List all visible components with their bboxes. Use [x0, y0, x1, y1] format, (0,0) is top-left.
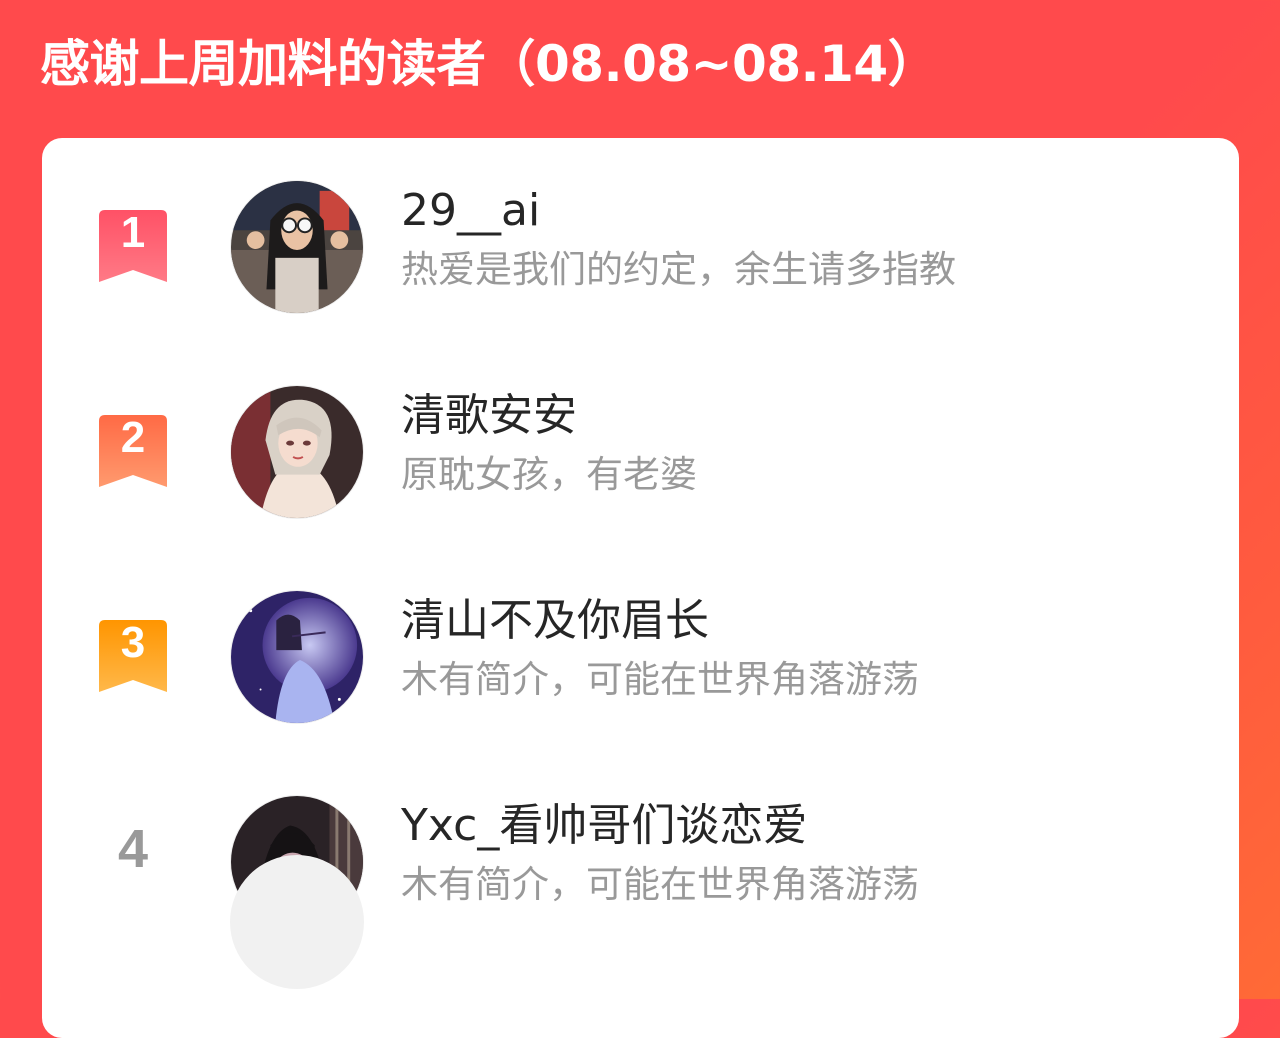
avatar-photo-3 — [231, 591, 363, 723]
reader-row-1[interactable]: 1 29__ai 热爱是我们的约定，余生请多指教 — [42, 138, 1239, 314]
avatar-photo-1 — [231, 181, 363, 313]
reader-bio: 热爱是我们的约定，余生请多指教 — [401, 248, 956, 291]
reader-row-4[interactable]: 4 Yxc_看帅哥们谈恋爱 木有简介，可能在世界角落游荡 — [42, 753, 1239, 929]
avatar[interactable] — [230, 590, 364, 724]
reader-bio: 原耽女孩，有老婆 — [401, 453, 697, 496]
reader-name[interactable]: 清歌安安 — [401, 385, 577, 447]
reader-row-3[interactable]: 3 清山不及你眉长 木有简介，可能在世界角落游荡 — [42, 548, 1239, 724]
rank-badge-2: 2 — [99, 413, 167, 487]
avatar[interactable] — [230, 180, 364, 314]
reader-name[interactable]: 29__ai — [401, 180, 540, 242]
avatar[interactable] — [230, 385, 364, 519]
next-avatar-partial — [230, 855, 364, 989]
reader-name[interactable]: Yxc_看帅哥们谈恋爱 — [401, 795, 807, 857]
rank-badge-1: 1 — [99, 208, 167, 282]
reader-bio: 木有简介，可能在世界角落游荡 — [401, 658, 919, 701]
rank-number: 2 — [120, 413, 146, 462]
rank-number: 4 — [117, 819, 149, 879]
rank-number: 1 — [120, 208, 146, 257]
reader-list-card: 1 29__ai 热爱是我们的约定，余生请多指教 2 清歌安安 原耽女孩，有老婆… — [42, 138, 1239, 1038]
rank-number: 3 — [120, 618, 146, 667]
avatar-photo-2 — [231, 386, 363, 518]
page-title: 感谢上周加料的读者（08.08~08.14） — [40, 35, 938, 93]
reader-name[interactable]: 清山不及你眉长 — [401, 590, 709, 652]
reader-row-2[interactable]: 2 清歌安安 原耽女孩，有老婆 — [42, 343, 1239, 519]
rank-badge-3: 3 — [99, 618, 167, 692]
reader-bio: 木有简介，可能在世界角落游荡 — [401, 863, 919, 906]
